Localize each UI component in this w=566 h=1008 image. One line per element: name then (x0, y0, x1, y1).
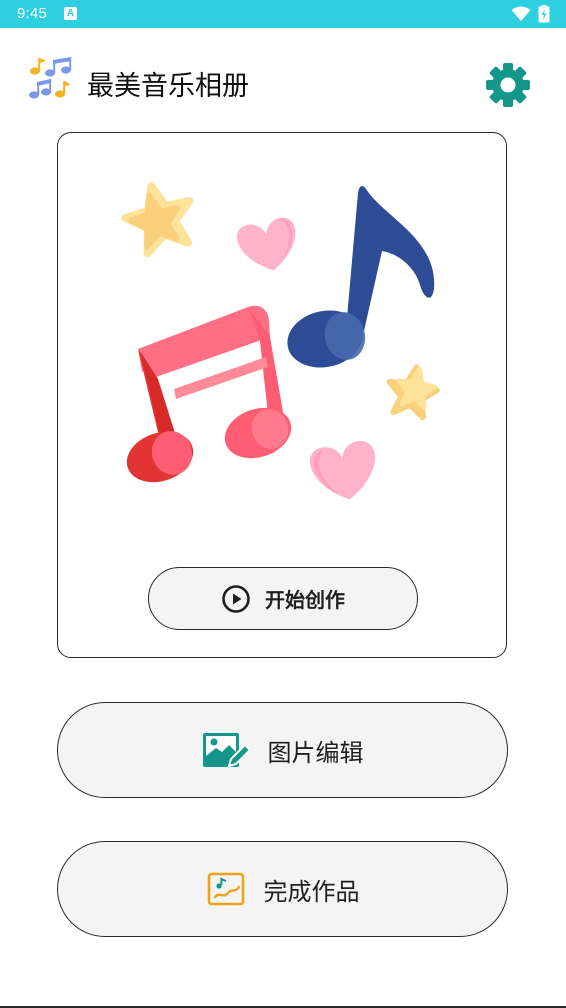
settings-button[interactable] (484, 61, 532, 109)
play-circle-icon (222, 584, 250, 613)
artwork-chart-icon (207, 872, 244, 906)
notification-a-icon: A (64, 7, 77, 20)
hero-card: 开始创作 (57, 132, 507, 658)
start-create-button[interactable]: 开始创作 (148, 567, 418, 630)
music-notes-hearts-stars-illustration (121, 182, 440, 500)
image-edit-icon (202, 733, 250, 768)
app-title: 最美音乐相册 (87, 71, 249, 102)
app-header: 最美音乐相册 (0, 28, 566, 128)
battery-charging-icon (538, 5, 550, 23)
start-create-label: 开始创作 (265, 588, 345, 612)
gear-icon (486, 63, 530, 107)
photo-edit-label: 图片编辑 (267, 738, 364, 767)
finished-works-button[interactable]: 完成作品 (57, 841, 508, 937)
wifi-icon (511, 6, 531, 21)
music-notes-logo-icon (29, 57, 72, 99)
status-bar: 9:45 A (0, 0, 566, 28)
finished-works-label: 完成作品 (263, 877, 360, 906)
photo-edit-button[interactable]: 图片编辑 (57, 702, 508, 798)
status-time: 9:45 (17, 5, 47, 22)
